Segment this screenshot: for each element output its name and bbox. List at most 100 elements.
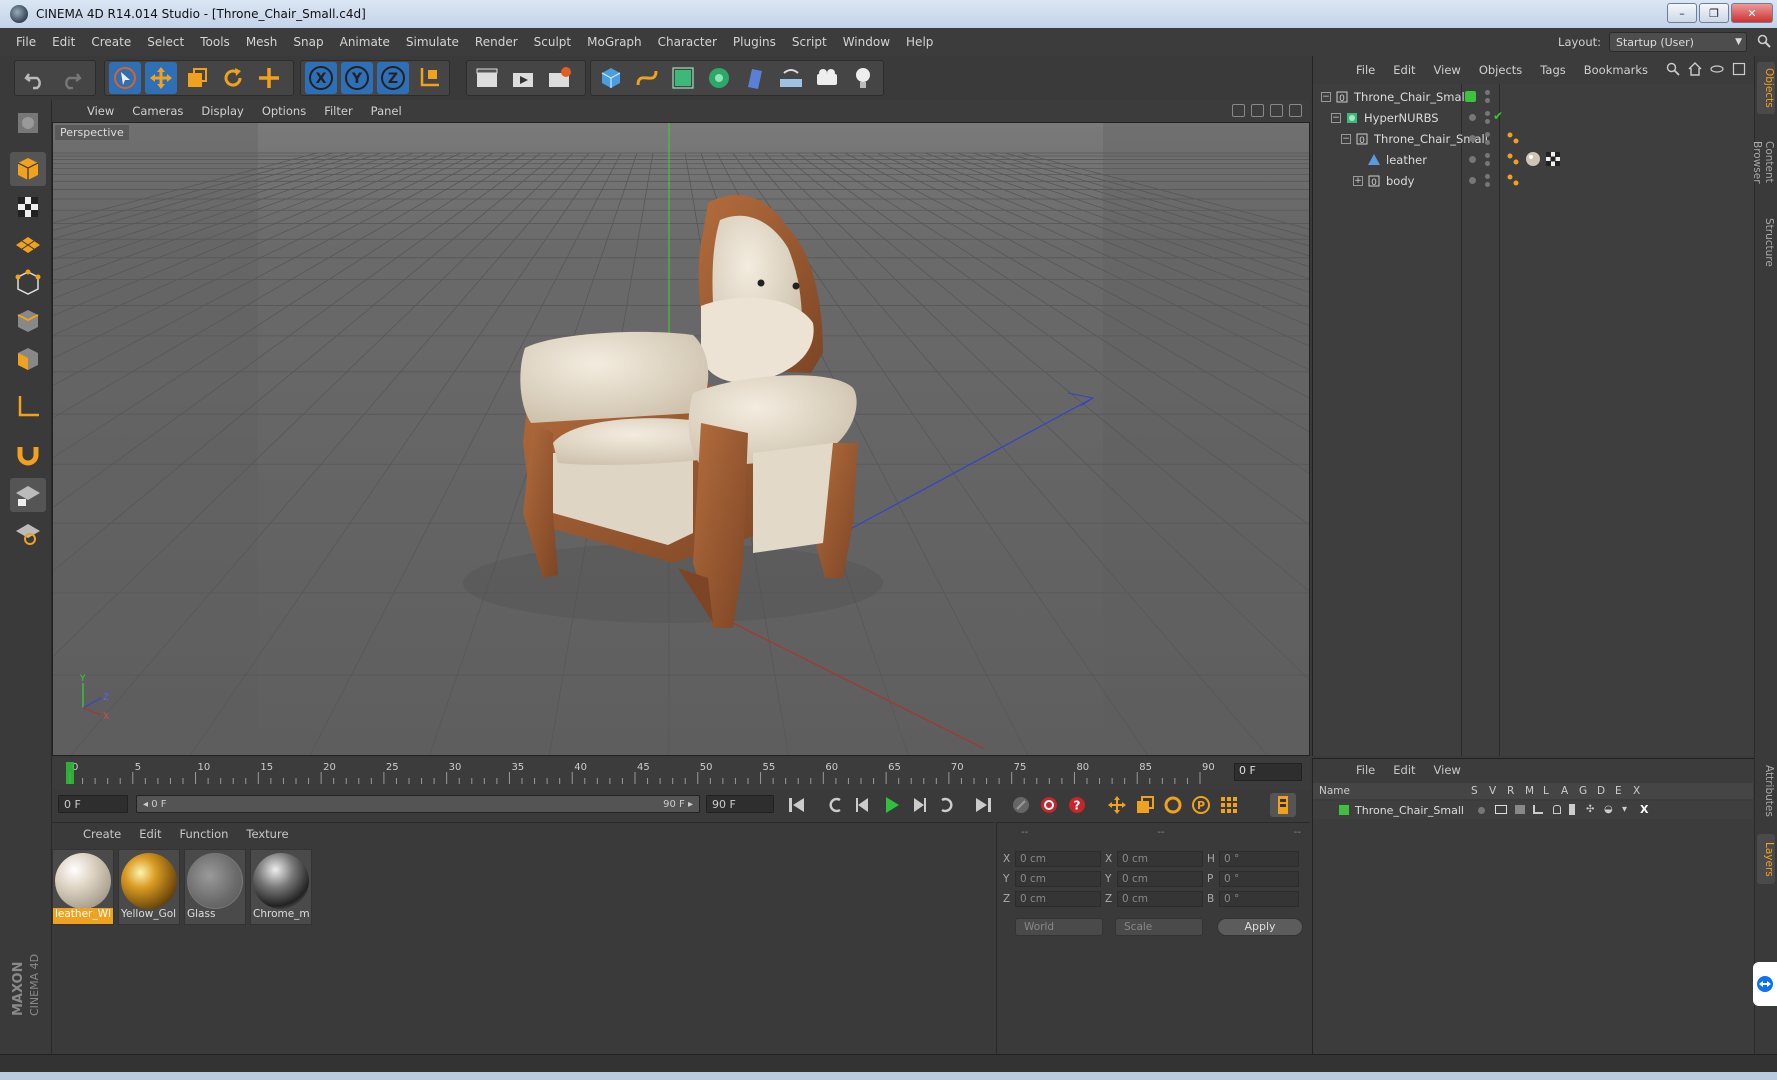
previous-key-icon[interactable] [822,793,848,817]
uvw-tag-icon[interactable] [1545,151,1561,167]
layer-dot[interactable] [1469,156,1476,163]
coordinate-system-dropdown[interactable]: World [1015,918,1103,936]
timeline-layout-icon[interactable] [1270,793,1296,817]
rotation-b-field[interactable]: 0 ° [1219,891,1299,907]
key-parameter-icon[interactable]: P [1188,793,1214,817]
phong-tag-icon[interactable] [1505,151,1521,167]
render-view-icon[interactable] [471,62,503,94]
frame-range-slider[interactable]: ◂ 0 F 90 F ▸ [136,795,700,813]
array-icon[interactable] [703,62,735,94]
render-toggle-icon[interactable] [1515,805,1525,814]
texture-mode-icon[interactable] [10,190,46,224]
redo-icon[interactable] [55,62,87,94]
cube-icon[interactable] [595,62,627,94]
perspective-viewport[interactable]: Y Z X Perspective [52,122,1310,756]
layout-select[interactable]: Startup (User) ▼ [1609,32,1747,52]
viewport-menu-options[interactable]: Options [253,104,315,118]
go-to-start-icon[interactable] [784,793,810,817]
editor-visibility-dot[interactable] [1485,174,1490,179]
menu-simulate[interactable]: Simulate [398,35,467,49]
position-x-field[interactable]: 0 cm [1015,851,1101,867]
layer-dot[interactable] [1469,135,1476,142]
object-row-hypernurbs[interactable]: − HyperNURBS ✔ [1313,107,1753,128]
menu-window[interactable]: Window [835,35,898,49]
xref-toggle-icon[interactable]: X [1640,803,1648,816]
keyframe-selection-icon[interactable]: ? [1064,793,1090,817]
layer-dot[interactable] [1469,114,1476,121]
key-pla-icon[interactable] [1216,793,1242,817]
material-swatch[interactable]: Chrome_m [250,849,312,925]
material-menu-function[interactable]: Function [171,827,238,841]
lock-icon[interactable] [1553,805,1561,814]
search-icon[interactable] [1666,62,1680,76]
autokeying-icon[interactable] [1036,793,1062,817]
view-toggle-icon[interactable] [1495,805,1507,814]
render-visibility-dot[interactable] [1485,98,1490,103]
menu-create[interactable]: Create [83,35,139,49]
start-frame-field[interactable]: 0 F [58,795,128,813]
layer-dot[interactable] [1469,177,1476,184]
key-position-icon[interactable] [1104,793,1130,817]
lock-workplane-icon[interactable] [10,478,46,512]
material-swatch[interactable]: leather_WI [52,849,114,925]
solo-toggle[interactable] [1478,807,1485,814]
size-mode-dropdown[interactable]: Scale [1115,918,1203,936]
x-axis-icon[interactable]: X [305,62,337,94]
edges-mode-icon[interactable] [10,304,46,338]
points-mode-icon[interactable] [10,266,46,300]
move-icon[interactable] [145,62,177,94]
end-frame-field[interactable]: 90 F [706,795,774,813]
scale-icon[interactable] [181,62,213,94]
model-mode-icon[interactable] [10,152,46,186]
playhead[interactable] [66,762,74,784]
light-icon[interactable] [847,62,879,94]
phong-tag-icon[interactable] [1505,172,1521,188]
layer-row[interactable]: Throne_Chair_Small ✣ ◒ ▾ X [1313,801,1753,819]
manager-toggle-icon[interactable] [1533,805,1543,814]
current-frame-field[interactable]: 0 F [1234,763,1302,781]
menu-plugins[interactable]: Plugins [725,35,784,49]
editor-visibility-dot[interactable] [1485,132,1490,137]
expression-toggle-icon[interactable]: ▾ [1622,804,1627,815]
menu-snap[interactable]: Snap [285,35,331,49]
size-x-field[interactable]: 0 cm [1117,851,1203,867]
minimize-button[interactable]: – [1667,3,1697,23]
render-picture-viewer-icon[interactable] [507,62,539,94]
record-keys-icon[interactable] [1008,793,1034,817]
material-menu-edit[interactable]: Edit [130,827,170,841]
material-swatch[interactable]: Yellow_Gol [118,849,180,925]
menu-sculpt[interactable]: Sculpt [526,35,579,49]
material-menu-texture[interactable]: Texture [237,827,297,841]
render-settings-icon[interactable] [543,62,575,94]
menu-file[interactable]: File [0,35,44,49]
tab-attributes[interactable]: Attributes [1757,756,1775,826]
deformer-toggle-icon[interactable]: ◒ [1604,804,1613,815]
deformer-icon[interactable] [739,62,771,94]
render-visibility-dot[interactable] [1485,119,1490,124]
z-axis-icon[interactable]: Z [377,62,409,94]
menu-script[interactable]: Script [784,35,835,49]
workplane-icon[interactable] [10,228,46,262]
play-icon[interactable] [878,793,904,817]
polygons-mode-icon[interactable] [10,342,46,376]
tab-layers[interactable]: Layers [1757,834,1775,884]
viewport-menu-display[interactable]: Display [192,104,252,118]
object-row-body[interactable]: + 0 body [1313,170,1753,191]
search-icon[interactable] [1757,34,1771,48]
om-menu-view[interactable]: View [1425,63,1470,77]
magnet-icon[interactable] [10,436,46,470]
y-axis-icon[interactable]: Y [341,62,373,94]
viewport-menu-view[interactable]: View [78,104,123,118]
next-frame-icon[interactable] [906,793,932,817]
previous-frame-icon[interactable] [850,793,876,817]
menu-mograph[interactable]: MoGraph [579,35,650,49]
toggle-view-icon[interactable] [1289,104,1302,117]
zoom-view-icon[interactable] [1251,104,1264,117]
world-coordinates-icon[interactable] [413,62,445,94]
position-z-field[interactable]: 0 cm [1015,891,1101,907]
close-button[interactable]: ✕ [1731,3,1773,23]
menu-animate[interactable]: Animate [332,35,398,49]
floor-icon[interactable] [775,62,807,94]
render-visibility-dot[interactable] [1485,140,1490,145]
material-swatch[interactable]: Glass [184,849,246,925]
